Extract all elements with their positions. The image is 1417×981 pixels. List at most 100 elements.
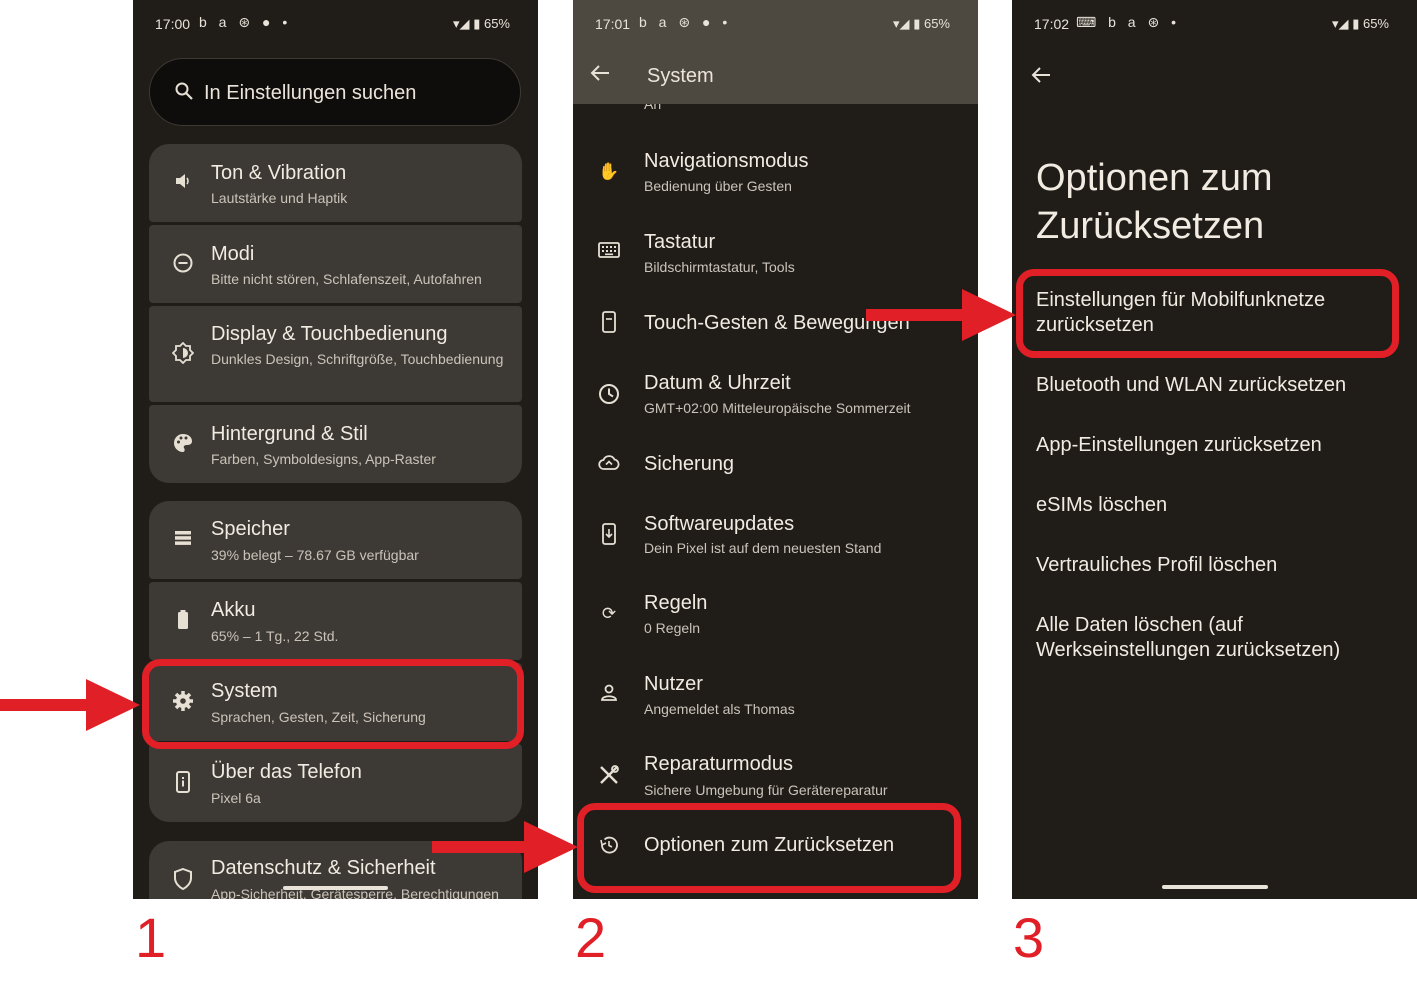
battery-percent: 65% xyxy=(923,16,950,31)
system-item-navigation[interactable]: ✋ Navigationsmodus Bedienung über Gesten xyxy=(573,134,978,215)
item-title: Datum & Uhrzeit xyxy=(644,372,791,394)
item-subtitle: Dein Pixel ist auf dem neuesten Stand xyxy=(644,540,882,556)
item-subtitle: 0 Regeln xyxy=(644,620,701,636)
reset-bluetooth-wlan-option[interactable]: Bluetooth und WLAN zurücksetzen xyxy=(1036,373,1396,398)
battery-status-icon: ▮ xyxy=(1352,16,1360,31)
status-right: ▾◢ ▮ 65% xyxy=(453,16,510,32)
item-subtitle: 65% – 1 Tg., 22 Std. xyxy=(211,628,339,644)
reset-app-settings-option[interactable]: App-Einstellungen zurücksetzen xyxy=(1036,433,1396,458)
item-title: Regeln xyxy=(644,592,708,614)
cloud-backup-icon xyxy=(597,454,621,478)
battery-icon xyxy=(171,609,195,633)
home-indicator[interactable] xyxy=(283,886,388,890)
delete-private-profile-option[interactable]: Vertrauliches Profil löschen xyxy=(1036,553,1396,578)
item-title: Modi xyxy=(211,243,255,265)
item-title: Datenschutz & Sicherheit xyxy=(211,857,436,879)
item-title: Hintergrund & Stil xyxy=(211,423,368,445)
wifi-icon: ▾◢ xyxy=(1332,16,1349,31)
item-title: Sicherung xyxy=(644,453,735,475)
highlight-system xyxy=(142,659,524,749)
item-title: Über das Telefon xyxy=(211,761,362,783)
status-bar: 17:01 b a ⊛ ● • ▾◢ ▮ 65% xyxy=(573,0,978,48)
page-title: Optionen zum Zurücksetzen xyxy=(1036,157,1273,247)
phone-screen-reset-options: 17:02 ⌨ b a ⊛ • ▾◢ ▮ 65% Optionen zum Zu… xyxy=(1012,0,1417,899)
status-time: 17:00 xyxy=(155,16,191,32)
settings-item-modes[interactable]: Modi Bitte nicht stören, Schlafenszeit, … xyxy=(149,225,522,303)
item-title: Akku xyxy=(211,599,256,621)
system-item-software-updates[interactable]: Softwareupdates Dein Pixel ist auf dem n… xyxy=(573,497,978,578)
item-title: Ton & Vibration xyxy=(211,162,347,184)
item-title: Softwareupdates xyxy=(644,513,795,535)
item-title: Tastatur xyxy=(644,231,716,253)
search-icon xyxy=(172,81,196,105)
system-item-users[interactable]: Nutzer Angemeldet als Thomas xyxy=(573,657,978,738)
back-arrow-icon[interactable] xyxy=(589,62,611,90)
system-update-icon xyxy=(597,523,621,547)
shield-icon xyxy=(171,867,195,892)
storage-icon xyxy=(171,528,195,552)
notification-icons: b a ⊛ ● • xyxy=(639,14,732,30)
item-title: Nutzer xyxy=(644,673,703,695)
search-placeholder: In Einstellungen suchen xyxy=(204,82,417,104)
wifi-icon: ▾◢ xyxy=(893,16,910,31)
system-item-rules[interactable]: ⟳ Regeln 0 Regeln xyxy=(573,576,978,657)
item-subtitle: Sichere Umgebung für Gerätereparatur xyxy=(644,782,888,798)
settings-item-sound[interactable]: Ton & Vibration Lautstärke und Haptik xyxy=(149,144,522,222)
item-subtitle: GMT+02:00 Mitteleuropäische Sommerzeit xyxy=(644,400,911,416)
search-bar[interactable]: In Einstellungen suchen xyxy=(149,58,521,126)
step-number-3: 3 xyxy=(1013,906,1045,969)
item-subtitle: Bedienung über Gesten xyxy=(644,178,792,194)
tools-icon xyxy=(597,764,621,788)
status-time: 17:02 xyxy=(1034,16,1070,32)
keyboard-icon xyxy=(597,241,621,265)
modes-icon xyxy=(171,252,195,276)
system-item-date-time[interactable]: Datum & Uhrzeit GMT+02:00 Mitteleuropäis… xyxy=(573,356,978,437)
highlight-mobile-network xyxy=(1016,269,1399,358)
phone-screen-settings: 17:00 b a ⊛ ● • ▾◢ ▮ 65% In Einstellunge… xyxy=(133,0,538,899)
step-number-1: 1 xyxy=(135,906,167,969)
wifi-icon: ▾◢ xyxy=(453,16,470,31)
item-subtitle: Pixel 6a xyxy=(211,790,261,806)
factory-reset-option[interactable]: Alle Daten löschen (auf Werkseinstellung… xyxy=(1036,613,1366,663)
item-subtitle: Bildschirmtastatur, Tools xyxy=(644,259,795,275)
item-subtitle: 39% belegt – 78.67 GB verfügbar xyxy=(211,547,419,563)
rules-icon: ⟳ xyxy=(601,604,617,623)
item-subtitle: Dunkles Design, Schriftgröße, Touchbedie… xyxy=(211,351,504,367)
touch-gesture-icon xyxy=(597,311,621,335)
settings-item-display[interactable]: Display & Touchbedienung Dunkles Design,… xyxy=(149,306,522,402)
settings-item-battery[interactable]: Akku 65% – 1 Tg., 22 Std. xyxy=(149,582,522,660)
step-number-2: 2 xyxy=(575,906,607,969)
delete-esims-option[interactable]: eSIMs löschen xyxy=(1036,493,1396,518)
phone-screen-system: 17:01 b a ⊛ ● • ▾◢ ▮ 65% An System ✋ Nav… xyxy=(573,0,978,899)
battery-percent: 65% xyxy=(483,16,510,31)
battery-status-icon: ▮ xyxy=(473,16,481,31)
item-title: Navigationsmodus xyxy=(644,150,809,172)
status-bar: 17:00 b a ⊛ ● • ▾◢ ▮ 65% xyxy=(133,0,538,48)
arrow-icon xyxy=(432,821,578,873)
status-right: ▾◢ ▮ 65% xyxy=(893,16,950,32)
item-subtitle: Bitte nicht stören, Schlafenszeit, Autof… xyxy=(211,271,482,287)
status-time: 17:01 xyxy=(595,16,631,32)
back-arrow-icon[interactable] xyxy=(1030,64,1052,92)
item-title: Reparaturmodus xyxy=(644,753,793,775)
settings-item-storage[interactable]: Speicher 39% belegt – 78.67 GB verfügbar xyxy=(149,501,522,579)
arrow-icon xyxy=(866,289,1016,341)
brightness-icon xyxy=(171,341,195,366)
palette-icon xyxy=(171,432,195,456)
system-item-keyboard[interactable]: Tastatur Bildschirmtastatur, Tools xyxy=(573,215,978,296)
settings-item-wallpaper[interactable]: Hintergrund & Stil Farben, Symboldesigns… xyxy=(149,405,522,483)
gesture-icon: ✋ xyxy=(598,162,620,181)
home-indicator[interactable] xyxy=(1162,885,1268,889)
arrow-icon xyxy=(0,679,140,731)
settings-item-about-phone[interactable]: Über das Telefon Pixel 6a xyxy=(149,744,522,822)
app-bar: System xyxy=(573,48,978,104)
notification-icons: ⌨ b a ⊛ • xyxy=(1076,14,1180,30)
item-subtitle: Angemeldet als Thomas xyxy=(644,701,795,717)
page-title: System xyxy=(647,65,714,87)
highlight-reset-options xyxy=(577,803,961,893)
item-subtitle: Lautstärke und Haptik xyxy=(211,190,348,206)
phone-info-icon xyxy=(171,771,195,795)
notification-icons: b a ⊛ ● • xyxy=(199,14,292,30)
status-bar: 17:02 ⌨ b a ⊛ • ▾◢ ▮ 65% xyxy=(1012,0,1417,48)
item-subtitle: Farben, Symboldesigns, App-Raster xyxy=(211,451,436,467)
